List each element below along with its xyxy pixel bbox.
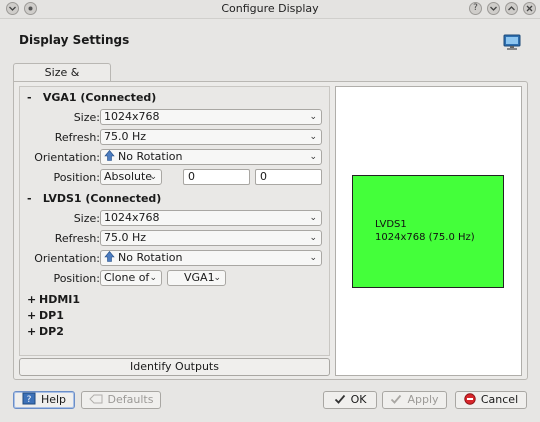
vga1-orientation-value: No Rotation bbox=[118, 150, 183, 163]
lvds1-refresh-label: Refresh: bbox=[54, 232, 100, 245]
identify-outputs-button[interactable]: Identify Outputs bbox=[19, 358, 330, 376]
vga1-orientation-select[interactable]: No Rotation ⌄ bbox=[100, 149, 322, 165]
cancel-icon bbox=[464, 393, 476, 405]
chevron-down-icon: ⌄ bbox=[149, 172, 157, 182]
output-item-label: DP2 bbox=[39, 325, 64, 338]
title-bar: Configure Display ? bbox=[0, 0, 540, 19]
chevron-down-icon: ⌄ bbox=[309, 213, 317, 223]
display-preview: LVDS1 1024x768 (75.0 Hz) bbox=[335, 86, 522, 376]
lvds1-position-mode-value: Clone of bbox=[104, 271, 150, 284]
maximize-icon[interactable] bbox=[505, 2, 518, 15]
cancel-button[interactable]: Cancel bbox=[455, 391, 527, 409]
output-item-dp2[interactable]: + DP2 bbox=[27, 325, 64, 338]
chevron-down-icon: ⌄ bbox=[309, 112, 317, 122]
ok-button[interactable]: OK bbox=[323, 391, 377, 409]
vga1-refresh-value: 75.0 Hz bbox=[104, 130, 147, 143]
chevron-down-icon: ⌄ bbox=[309, 152, 317, 162]
help-icon: ? bbox=[22, 392, 36, 405]
vga1-refresh-select[interactable]: 75.0 Hz ⌄ bbox=[100, 129, 322, 145]
vga1-pos-x-field[interactable]: 0 bbox=[183, 169, 250, 185]
chevron-down-icon: ⌄ bbox=[309, 233, 317, 243]
lvds1-clone-target-value: VGA1 bbox=[184, 271, 215, 284]
preview-screen[interactable]: LVDS1 1024x768 (75.0 Hz) bbox=[352, 175, 504, 288]
checkmark-icon bbox=[334, 394, 345, 404]
close-icon[interactable] bbox=[523, 2, 536, 15]
apply-label: Apply bbox=[407, 393, 439, 406]
lvds1-size-value: 1024x768 bbox=[104, 211, 160, 224]
defaults-icon bbox=[88, 394, 103, 404]
lvds1-orientation-label: Orientation: bbox=[34, 252, 100, 265]
page-heading: Display Settings bbox=[19, 33, 130, 47]
lvds1-refresh-select[interactable]: 75.0 Hz ⌄ bbox=[100, 230, 322, 246]
defaults-button[interactable]: Defaults bbox=[81, 391, 161, 409]
output-item-hdmi1[interactable]: + HDMI1 bbox=[27, 293, 80, 306]
lvds1-clone-target-select[interactable]: VGA1 ⌄ bbox=[167, 270, 226, 286]
chevron-down-icon: ⌄ bbox=[309, 253, 317, 263]
lvds1-position-label: Position: bbox=[53, 272, 100, 285]
output-item-dp1[interactable]: + DP1 bbox=[27, 309, 64, 322]
lvds1-header[interactable]: - LVDS1 (Connected) bbox=[27, 192, 161, 205]
ok-label: OK bbox=[350, 393, 367, 406]
output-item-label: HDMI1 bbox=[39, 293, 81, 306]
vga1-refresh-label: Refresh: bbox=[54, 131, 100, 144]
rotation-icon bbox=[104, 150, 115, 161]
defaults-label: Defaults bbox=[107, 393, 154, 406]
preview-screen-info: 1024x768 (75.0 Hz) bbox=[375, 232, 475, 243]
expand-icon: + bbox=[27, 293, 37, 306]
lvds1-header-label: LVDS1 (Connected) bbox=[42, 192, 162, 205]
lvds1-orientation-value: No Rotation bbox=[118, 251, 183, 264]
monitor-icon bbox=[503, 34, 521, 50]
identify-outputs-label: Identify Outputs bbox=[130, 360, 219, 373]
checkmark-icon bbox=[391, 394, 402, 404]
vga1-header[interactable]: - VGA1 (Connected) bbox=[27, 91, 156, 104]
help-icon[interactable]: ? bbox=[469, 2, 482, 15]
vga1-position-label: Position: bbox=[53, 171, 100, 184]
lvds1-size-select[interactable]: 1024x768 ⌄ bbox=[100, 210, 322, 226]
vga1-header-label: VGA1 (Connected) bbox=[42, 91, 157, 104]
tab-size-orientation[interactable]: Size & Orientation bbox=[13, 63, 111, 97]
chevron-down-icon: ⌄ bbox=[309, 132, 317, 142]
vga1-size-value: 1024x768 bbox=[104, 110, 160, 123]
vga1-size-label: Size: bbox=[73, 111, 100, 124]
svg-text:?: ? bbox=[27, 395, 32, 405]
collapse-icon: - bbox=[27, 192, 32, 205]
lvds1-position-mode-select[interactable]: Clone of ⌄ bbox=[100, 270, 162, 286]
vga1-size-select[interactable]: 1024x768 ⌄ bbox=[100, 109, 322, 125]
lvds1-refresh-value: 75.0 Hz bbox=[104, 231, 147, 244]
expand-icon: + bbox=[27, 325, 37, 338]
help-label: Help bbox=[40, 393, 67, 406]
lvds1-size-label: Size: bbox=[73, 212, 100, 225]
output-item-label: DP1 bbox=[39, 309, 64, 322]
cancel-label: Cancel bbox=[480, 393, 519, 406]
preview-screen-name: LVDS1 bbox=[375, 219, 407, 230]
window-title: Configure Display bbox=[221, 2, 319, 15]
collapse-icon: - bbox=[27, 91, 32, 104]
expand-icon: + bbox=[27, 309, 37, 322]
vga1-position-mode-select[interactable]: Absolute ⌄ bbox=[100, 169, 162, 185]
vga1-position-mode-value: Absolute bbox=[104, 170, 153, 183]
vga1-orientation-label: Orientation: bbox=[34, 151, 100, 164]
chevron-down-icon: ⌄ bbox=[149, 273, 157, 283]
lvds1-orientation-select[interactable]: No Rotation ⌄ bbox=[100, 250, 322, 266]
help-button[interactable]: ? Help bbox=[13, 391, 75, 409]
apply-button[interactable]: Apply bbox=[382, 391, 447, 409]
chevron-down-icon: ⌄ bbox=[213, 273, 221, 283]
minimize-icon[interactable] bbox=[487, 2, 500, 15]
vga1-pos-y-field[interactable]: 0 bbox=[255, 169, 322, 185]
rotation-icon bbox=[104, 251, 115, 262]
